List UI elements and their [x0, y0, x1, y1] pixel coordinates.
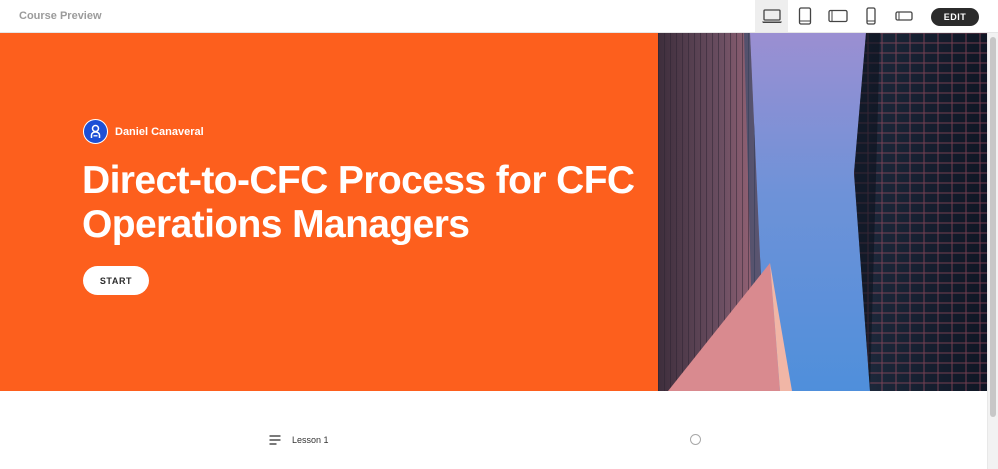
phone-portrait-preview-button[interactable]	[854, 0, 887, 32]
hero-panel: Daniel Canaveral Direct-to-CFC Process f…	[0, 33, 658, 391]
laptop-icon	[761, 9, 782, 23]
avatar	[83, 119, 108, 144]
author: Daniel Canaveral	[83, 119, 204, 144]
lesson-list-icon	[269, 435, 281, 445]
scrollbar-thumb[interactable]	[990, 37, 996, 417]
tablet-portrait-preview-button[interactable]	[788, 0, 821, 32]
course-title: Direct-to-CFC Process for CFC Operations…	[82, 159, 635, 246]
app-title: Course Preview	[19, 10, 102, 22]
phone-landscape-preview-button[interactable]	[887, 0, 920, 32]
building-photo	[658, 33, 987, 391]
author-name: Daniel Canaveral	[115, 125, 204, 138]
course-hero: Daniel Canaveral Direct-to-CFC Process f…	[0, 33, 987, 391]
phone-landscape-icon	[894, 11, 913, 21]
edit-button[interactable]: EDIT	[931, 8, 979, 26]
tablet-landscape-icon	[827, 9, 848, 23]
start-button[interactable]: START	[83, 266, 149, 295]
laptop-preview-button[interactable]	[755, 0, 788, 32]
user-icon	[90, 124, 101, 138]
lesson-label: Lesson 1	[292, 435, 329, 445]
lesson-item[interactable]: Lesson 1	[269, 430, 709, 452]
device-preview-toggle	[755, 0, 920, 32]
scrollbar[interactable]	[987, 33, 998, 469]
tablet-landscape-preview-button[interactable]	[821, 0, 854, 32]
top-bar: Course Preview EDIT	[0, 0, 998, 33]
tablet-portrait-icon	[798, 7, 811, 25]
lesson-status-icon	[690, 434, 701, 445]
phone-portrait-icon	[865, 7, 876, 25]
hero-image	[658, 33, 987, 391]
